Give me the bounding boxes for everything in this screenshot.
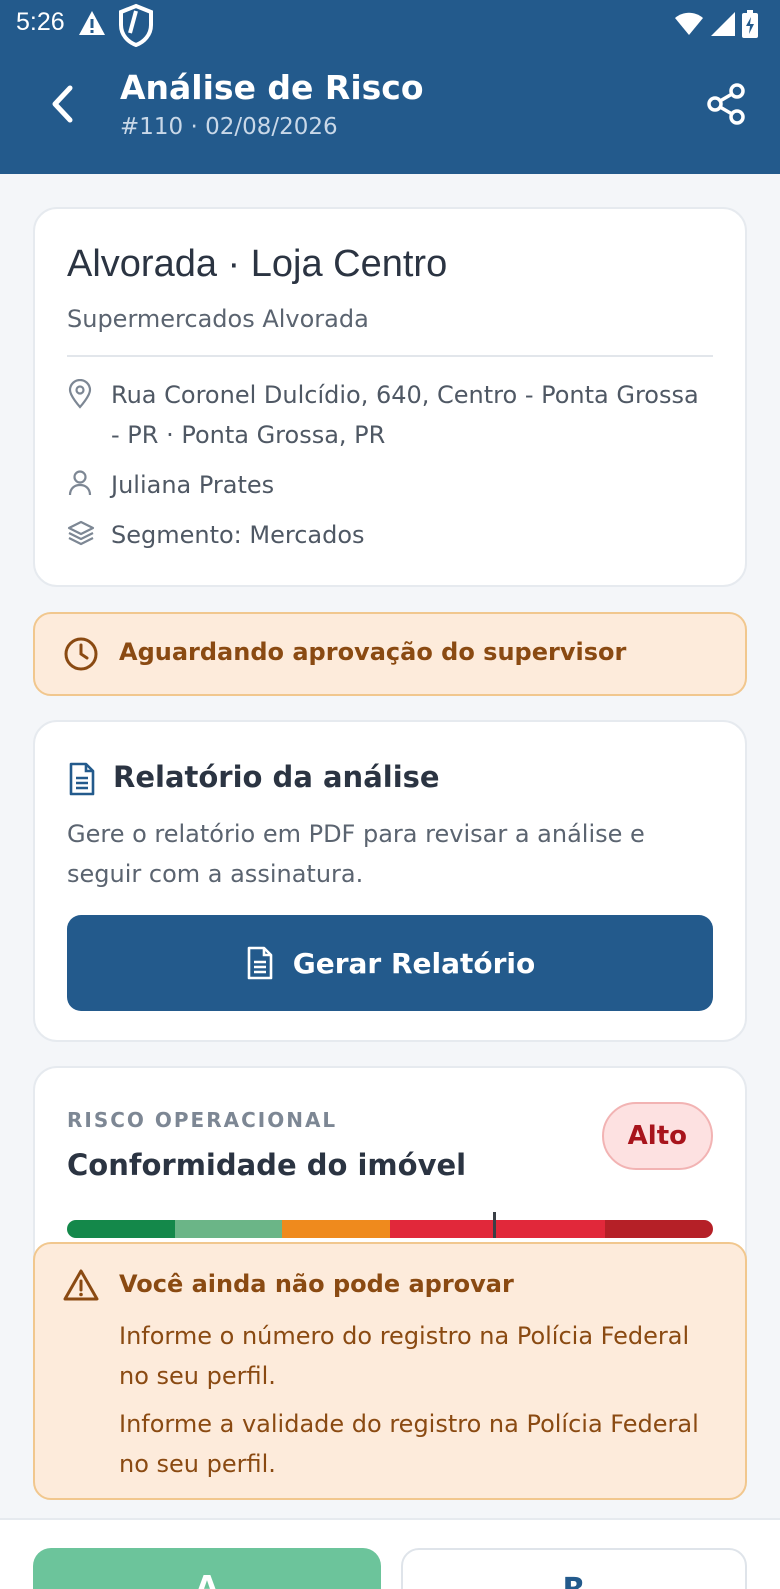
bottom-action-bar: A R xyxy=(0,1518,780,1589)
risk-scale-segment xyxy=(282,1220,391,1238)
risk-level-badge: Alto xyxy=(601,1102,713,1170)
warning-icon xyxy=(63,1268,99,1306)
person-icon xyxy=(67,465,111,505)
approve-button[interactable]: A xyxy=(33,1548,381,1589)
risk-scale-segment xyxy=(67,1220,175,1238)
document-icon xyxy=(67,762,97,800)
risk-scale-bar xyxy=(67,1220,713,1238)
page-subtitle: #110 · 02/08/2026 xyxy=(120,114,338,140)
warning-icon xyxy=(78,10,106,40)
generate-report-button[interactable]: Gerar Relatório xyxy=(67,915,713,1011)
report-title: Relatório da análise xyxy=(113,760,440,794)
approve-label: A xyxy=(195,1570,219,1589)
person-row: Juliana Prates xyxy=(67,465,713,505)
store-name: Alvorada · Loja Centro xyxy=(67,243,448,285)
approval-warning-banner: Você ainda não pode aprovar Informe o nú… xyxy=(33,1242,747,1500)
risk-scale-segment xyxy=(605,1220,713,1238)
wifi-icon xyxy=(674,12,704,40)
location-pin-icon xyxy=(67,375,111,455)
app-bar: Análise de Risco #110 · 02/08/2026 xyxy=(0,50,780,174)
document-icon xyxy=(247,946,273,980)
store-address: Rua Coronel Dulcídio, 640, Centro - Pont… xyxy=(111,381,699,449)
risk-scale-segment xyxy=(390,1220,498,1238)
store-segment: Segmento: Mercados xyxy=(111,521,365,549)
status-bar: 5:26 xyxy=(0,0,780,50)
shield-icon xyxy=(118,3,154,51)
status-banner: Aguardando aprovação do supervisor xyxy=(33,612,747,696)
back-button[interactable] xyxy=(38,80,86,128)
clock-icon xyxy=(63,636,99,676)
report-card: Relatório da análise Gere o relatório em… xyxy=(33,720,747,1042)
address-row: Rua Coronel Dulcídio, 640, Centro - Pont… xyxy=(67,375,713,455)
approval-warning-message: Informe o número do registro na Polícia … xyxy=(119,1322,690,1390)
report-description: Gere o relatório em PDF para revisar a a… xyxy=(67,820,645,888)
risk-category: RISCO OPERACIONAL xyxy=(67,1108,338,1132)
status-time: 5:26 xyxy=(16,8,65,36)
risk-title: Conformidade do imóvel xyxy=(67,1148,467,1182)
approval-warning-title: Você ainda não pode aprovar xyxy=(119,1270,514,1298)
responsible-person: Juliana Prates xyxy=(111,471,275,499)
reject-button[interactable]: R xyxy=(401,1548,747,1589)
store-card: Alvorada · Loja Centro Supermercados Alv… xyxy=(33,207,747,587)
segment-row: Segmento: Mercados xyxy=(67,515,713,555)
generate-report-label: Gerar Relatório xyxy=(292,946,536,980)
company-name: Supermercados Alvorada xyxy=(67,305,369,333)
signal-icon xyxy=(710,11,736,41)
risk-marker xyxy=(493,1212,497,1238)
chevron-left-icon xyxy=(52,85,73,123)
status-banner-text: Aguardando aprovação do supervisor xyxy=(119,638,627,666)
reject-label: R xyxy=(562,1572,585,1589)
layers-icon xyxy=(67,515,111,555)
risk-scale-segment xyxy=(174,1220,283,1238)
battery-icon xyxy=(742,10,758,42)
share-button[interactable] xyxy=(700,78,752,130)
approval-warning-message: Informe a validade do registro na Políci… xyxy=(119,1410,699,1478)
divider xyxy=(67,355,713,357)
share-icon xyxy=(707,83,745,125)
risk-scale-segment xyxy=(497,1220,606,1238)
page-title: Análise de Risco xyxy=(120,68,424,107)
